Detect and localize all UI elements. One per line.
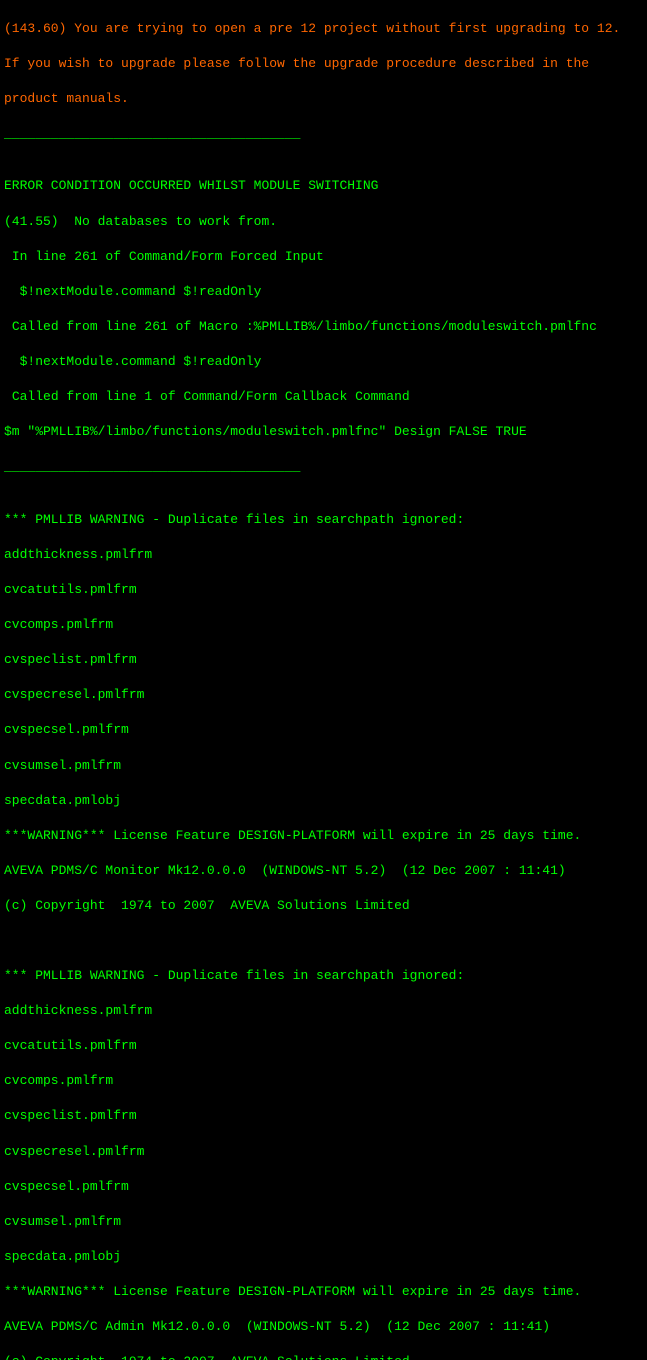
terminal-line: cvcatutils.pmlfrm bbox=[4, 581, 643, 599]
terminal-line: ______________________________________ bbox=[4, 458, 643, 476]
terminal-line: specdata.pmlobj bbox=[4, 1248, 643, 1266]
terminal-line: cvcomps.pmlfrm bbox=[4, 1072, 643, 1090]
terminal-line: ***WARNING*** License Feature DESIGN-PLA… bbox=[4, 1283, 643, 1301]
terminal-line: Called from line 261 of Macro :%PMLLIB%/… bbox=[4, 318, 643, 336]
terminal-line: *** PMLLIB WARNING - Duplicate files in … bbox=[4, 967, 643, 985]
terminal-line: (c) Copyright 1974 to 2007 AVEVA Solutio… bbox=[4, 897, 643, 915]
terminal-line: cvspecresel.pmlfrm bbox=[4, 686, 643, 704]
terminal-line: (143.60) You are trying to open a pre 12… bbox=[4, 20, 643, 38]
terminal-line: (41.55) No databases to work from. bbox=[4, 213, 643, 231]
terminal-line: cvcomps.pmlfrm bbox=[4, 616, 643, 634]
terminal-line: addthickness.pmlfrm bbox=[4, 546, 643, 564]
terminal-line: addthickness.pmlfrm bbox=[4, 1002, 643, 1020]
terminal-line: cvspeclist.pmlfrm bbox=[4, 651, 643, 669]
terminal-line: cvsumsel.pmlfrm bbox=[4, 1213, 643, 1231]
terminal-line: product manuals. bbox=[4, 90, 643, 108]
terminal-line: cvspecsel.pmlfrm bbox=[4, 1178, 643, 1196]
terminal-line: ERROR CONDITION OCCURRED WHILST MODULE S… bbox=[4, 177, 643, 195]
terminal-line: $!nextModule.command $!readOnly bbox=[4, 283, 643, 301]
terminal-line: Called from line 1 of Command/Form Callb… bbox=[4, 388, 643, 406]
terminal-line: AVEVA PDMS/C Admin Mk12.0.0.0 (WINDOWS-N… bbox=[4, 1318, 643, 1336]
terminal-line: $m "%PMLLIB%/limbo/functions/moduleswitc… bbox=[4, 423, 643, 441]
terminal-line: ***WARNING*** License Feature DESIGN-PLA… bbox=[4, 827, 643, 845]
terminal-line: ______________________________________ bbox=[4, 125, 643, 143]
terminal-line: cvspecresel.pmlfrm bbox=[4, 1143, 643, 1161]
terminal-output: (143.60) You are trying to open a pre 12… bbox=[0, 0, 647, 1360]
terminal-line: cvcatutils.pmlfrm bbox=[4, 1037, 643, 1055]
terminal-line: cvsumsel.pmlfrm bbox=[4, 757, 643, 775]
terminal-line: cvspecsel.pmlfrm bbox=[4, 721, 643, 739]
terminal-line: (c) Copyright 1974 to 2007 AVEVA Solutio… bbox=[4, 1353, 643, 1360]
terminal-line: If you wish to upgrade please follow the… bbox=[4, 55, 643, 73]
terminal-line: In line 261 of Command/Form Forced Input bbox=[4, 248, 643, 266]
terminal-line: specdata.pmlobj bbox=[4, 792, 643, 810]
terminal-line: AVEVA PDMS/C Monitor Mk12.0.0.0 (WINDOWS… bbox=[4, 862, 643, 880]
terminal-line: cvspeclist.pmlfrm bbox=[4, 1107, 643, 1125]
terminal-line: *** PMLLIB WARNING - Duplicate files in … bbox=[4, 511, 643, 529]
terminal-line: $!nextModule.command $!readOnly bbox=[4, 353, 643, 371]
